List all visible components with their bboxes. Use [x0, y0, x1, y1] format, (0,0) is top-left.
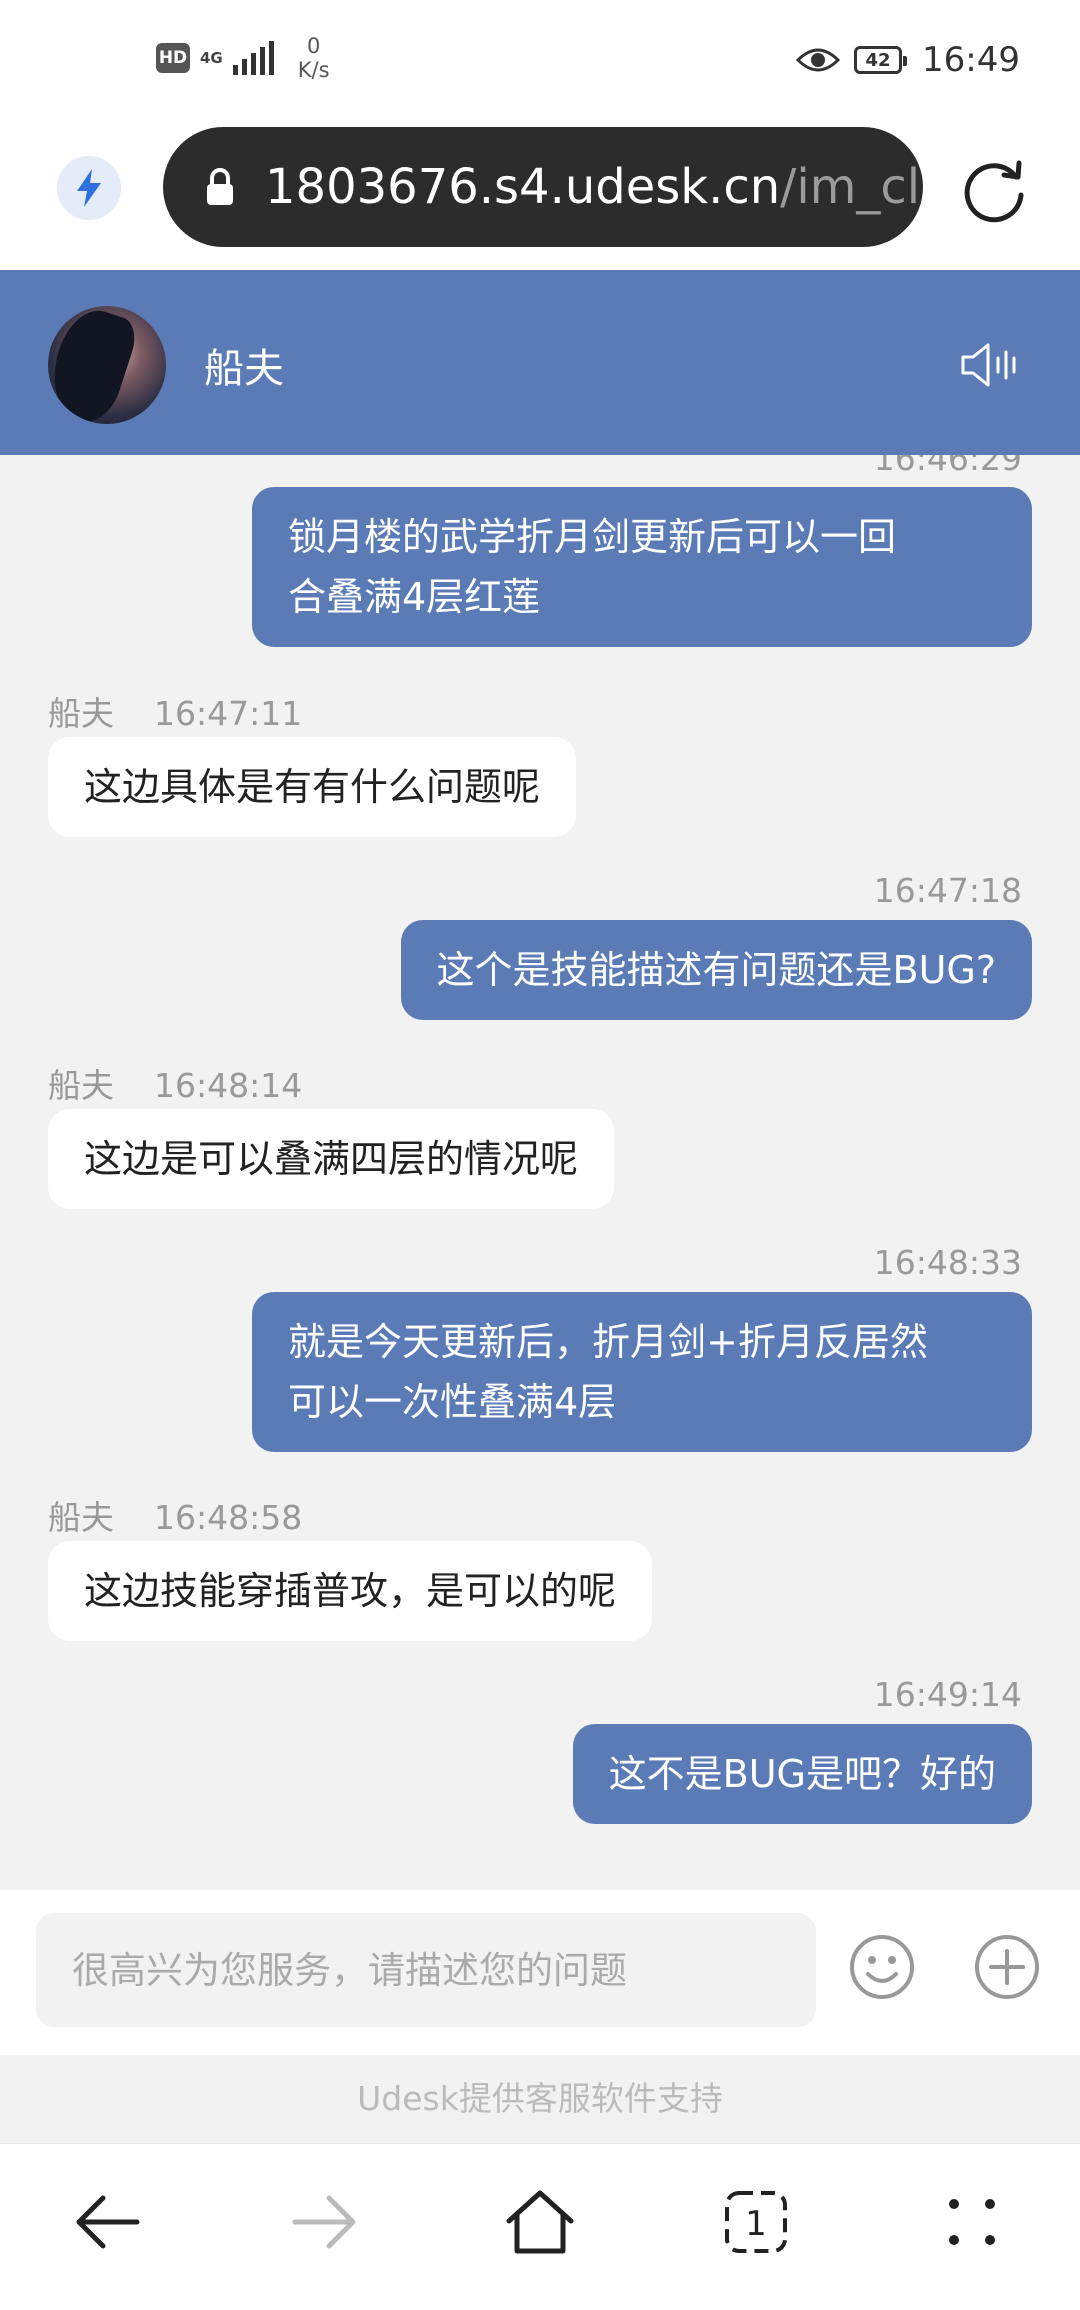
hd-badge: HD: [156, 43, 190, 73]
message-line: 锁月楼的武学折月剑更新后可以一回: [288, 515, 897, 559]
reload-icon[interactable]: [960, 155, 1030, 225]
forward-button[interactable]: [284, 2182, 364, 2262]
message-line: 这边具体是有有什么问题呢: [84, 765, 541, 809]
battery-indicator: 42: [854, 46, 908, 74]
message-line: 可以一次性叠满4层: [288, 1380, 617, 1424]
status-time: 16:49: [922, 40, 1020, 80]
url-path: /im_clier: [780, 159, 923, 215]
message-meta: 船夫 16:48:58: [48, 1491, 302, 1539]
url-host: 1803676.s4.udesk.cn: [265, 159, 781, 215]
tabs-icon: 1: [725, 2191, 787, 2253]
message-meta: 船夫 16:48:14: [48, 1059, 302, 1107]
address-bar[interactable]: 1803676.s4.udesk.cn/im_clier: [163, 127, 923, 247]
plus-icon[interactable]: [974, 1934, 1040, 2000]
incoming-message[interactable]: 这边技能穿插普攻，是可以的呢: [48, 1541, 653, 1641]
message-line: 这个是技能描述有问题还是BUG?: [436, 948, 997, 992]
browser-toolbar: 1803676.s4.udesk.cn/im_clier: [0, 125, 1080, 270]
outgoing-message[interactable]: 这个是技能描述有问题还是BUG?: [400, 920, 1032, 1020]
message-line: 这边技能穿插普攻，是可以的呢: [84, 1569, 617, 1613]
powered-by: Udesk提供客服软件支持: [0, 2055, 1080, 2143]
agent-name: 船夫: [204, 346, 284, 392]
message-timestamp: 16:48:33: [873, 1243, 1022, 1282]
speed-unit: K/s: [297, 58, 330, 82]
menu-icon: [949, 2199, 995, 2245]
back-button[interactable]: [68, 2182, 148, 2262]
eye-icon: [796, 48, 841, 72]
forward-icon: [292, 2195, 356, 2249]
status-right: 42 16:49: [796, 40, 1020, 80]
network-speed: 0 K/s: [298, 34, 330, 82]
quick-action-button[interactable]: [57, 156, 121, 220]
emoji-icon[interactable]: [849, 1934, 915, 2000]
message-timestamp: 16:48:14: [154, 1066, 303, 1105]
chat-header: 船夫: [0, 270, 1080, 455]
message-meta: 船夫 16:47:11: [48, 687, 302, 735]
signal-icon: [232, 41, 274, 75]
outgoing-message[interactable]: 就是今天更新后，折月剑+折月反居然 可以一次性叠满4层: [252, 1292, 1032, 1452]
home-icon: [506, 2190, 574, 2254]
lightning-icon: [77, 169, 101, 207]
menu-button[interactable]: [932, 2182, 1012, 2262]
message-timestamp: 16:47:18: [873, 871, 1022, 910]
lock-icon: [207, 168, 233, 205]
home-button[interactable]: [500, 2182, 580, 2262]
message-timestamp: 16:48:58: [154, 1498, 303, 1537]
outgoing-message[interactable]: 锁月楼的武学折月剑更新后可以一回 合叠满4层红莲: [252, 487, 1032, 647]
back-icon: [76, 2195, 140, 2249]
message-timestamp: 16:46:29: [873, 455, 1022, 478]
status-left: HD 4G 0 K/s: [156, 34, 330, 82]
message-input[interactable]: [36, 1913, 816, 2027]
incoming-message[interactable]: 这边是可以叠满四层的情况呢: [48, 1109, 615, 1209]
composer: [0, 1890, 1080, 2055]
tabs-button[interactable]: 1: [716, 2182, 796, 2262]
outgoing-message[interactable]: 这不是BUG是吧？好的: [572, 1724, 1032, 1824]
message-timestamp: 16:49:14: [873, 1675, 1022, 1714]
browser-bottom-nav: 1: [0, 2143, 1080, 2310]
status-bar: HD 4G 0 K/s 42 16:49: [0, 0, 1080, 125]
message-line: 这边是可以叠满四层的情况呢: [84, 1137, 579, 1181]
message-line: 就是今天更新后，折月剑+折月反居然: [288, 1320, 928, 1364]
incoming-message[interactable]: 这边具体是有有什么问题呢: [48, 737, 577, 837]
message-line: 合叠满4层红莲: [288, 575, 541, 619]
sender-name: 船夫: [48, 1066, 114, 1105]
message-list[interactable]: 16:46:29 锁月楼的武学折月剑更新后可以一回 合叠满4层红莲 船夫 16:4…: [0, 455, 1080, 1890]
tabs-count: 1: [745, 2204, 767, 2244]
sender-name: 船夫: [48, 694, 114, 733]
message-line: 这不是BUG是吧？好的: [608, 1752, 996, 1796]
network-type: 4G: [200, 48, 223, 67]
agent-avatar: [48, 306, 166, 424]
speed-value: 0: [306, 34, 321, 58]
speaker-icon[interactable]: [960, 340, 1018, 390]
sender-name: 船夫: [48, 1498, 114, 1537]
message-timestamp: 16:47:11: [154, 694, 303, 733]
